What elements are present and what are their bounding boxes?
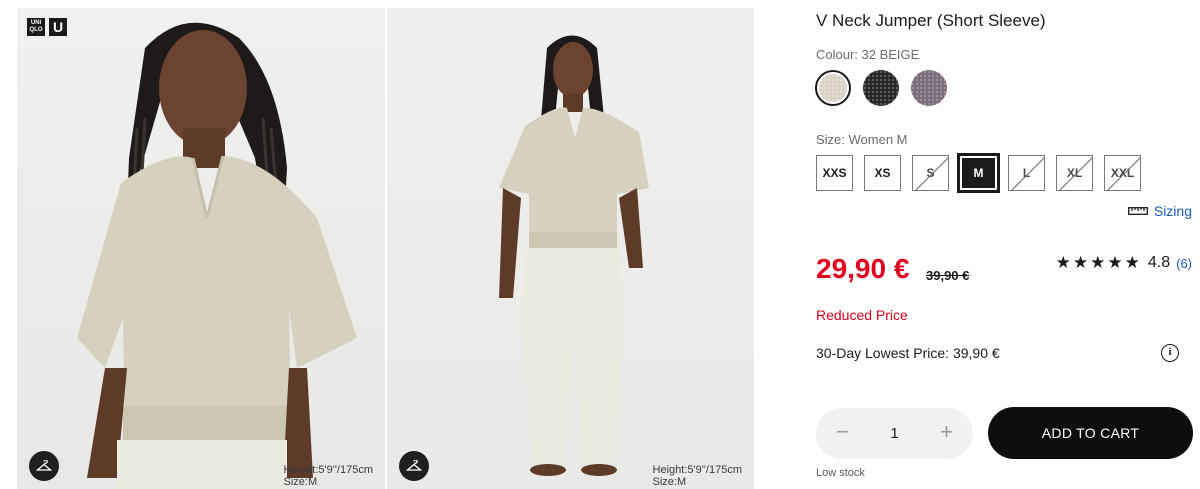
size-label: Size: Women M [816, 132, 908, 147]
uniqlo-logo: UNI QLO U [27, 18, 67, 36]
rating-stars: ★★★★★ [1055, 253, 1142, 272]
model-closeup-image [77, 22, 357, 489]
original-price: 39,90 € [926, 268, 970, 283]
reduced-price-label: Reduced Price [816, 307, 908, 323]
hanger-icon[interactable] [399, 451, 429, 481]
model-height: Height:5'9''/175cm [652, 464, 742, 476]
swatch-fill [819, 74, 847, 102]
product-title: V Neck Jumper (Short Sleeve) [816, 11, 1046, 30]
stock-status: Low stock [816, 467, 865, 479]
sale-price: 29,90 € [816, 253, 910, 284]
colour-label: Colour: 32 BEIGE [816, 47, 920, 62]
model-info: Height:5'9''/175cm Size:M [284, 464, 373, 488]
product-photo-closeup[interactable]: UNI QLO U Height:5'9''/175cm Size:M [17, 8, 385, 489]
size-option-m-label: M [962, 158, 995, 188]
logo-line-2: QLO [29, 27, 43, 33]
quantity-stepper: − 1 + [816, 408, 973, 459]
sizing-link[interactable]: Sizing [1127, 203, 1192, 219]
colour-swatch-beige[interactable] [815, 70, 851, 106]
hanger-icon[interactable] [29, 451, 59, 481]
uniqlo-logo-mark: UNI QLO [27, 18, 45, 36]
model-full-image [499, 35, 649, 476]
ruler-icon [1127, 207, 1148, 215]
rating[interactable]: ★★★★★ 4.8 (6) [1056, 253, 1192, 273]
swatch-fill [863, 70, 899, 106]
size-option-xl[interactable]: XL [1056, 155, 1093, 191]
review-count-link[interactable]: (6) [1176, 256, 1192, 271]
size-option-m[interactable]: M [957, 153, 1000, 193]
model-size: Size:M [283, 476, 318, 488]
lowest-price-text: 30-Day Lowest Price: 39,90 € [816, 345, 1000, 361]
size-option-xs[interactable]: XS [864, 155, 901, 191]
logo-line-1: UNI [30, 20, 42, 26]
colour-swatch-black[interactable] [863, 70, 899, 106]
size-option-xxl[interactable]: XXL [1104, 155, 1141, 191]
model-height: Height:5'9''/175cm [283, 464, 373, 476]
model-size: Size:M [652, 476, 687, 488]
size-option-xxs[interactable]: XXS [816, 155, 853, 191]
sizing-link-label: Sizing [1153, 203, 1192, 219]
increase-quantity-button[interactable]: + [940, 420, 953, 444]
size-option-s[interactable]: S [912, 155, 949, 191]
swatch-fill [911, 70, 947, 106]
product-photo-full[interactable]: Height:5'9''/175cm Size:M [387, 8, 754, 489]
size-option-l[interactable]: L [1008, 155, 1045, 191]
info-icon[interactable]: i [1161, 344, 1179, 362]
colour-swatch-purple[interactable] [911, 70, 947, 106]
rating-score: 4.8 [1147, 254, 1171, 271]
add-to-cart-button[interactable]: ADD TO CART [988, 407, 1193, 459]
uniqlo-u-logo: U [49, 18, 67, 36]
model-info: Height:5'9''/175cm Size:M [653, 464, 742, 488]
